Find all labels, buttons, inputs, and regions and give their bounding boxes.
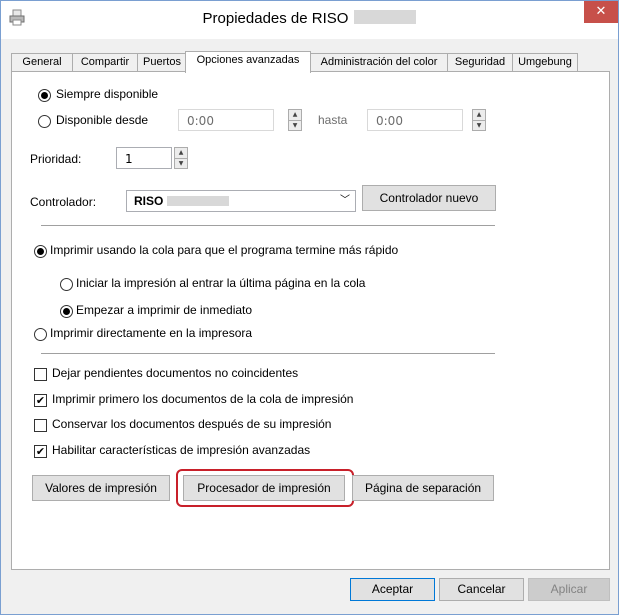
print-direct-radio[interactable]: [34, 328, 47, 341]
advanced-options-panel: Siempre disponible Disponible desde 0:00…: [11, 71, 610, 570]
tab-sharing[interactable]: Compartir: [72, 53, 138, 71]
start-immediately-radio[interactable]: [60, 305, 73, 318]
redacted-name: [354, 10, 417, 24]
close-button[interactable]: ✕: [584, 1, 618, 23]
always-available-label: Siempre disponible: [56, 87, 159, 101]
window-title-text: Propiedades de RISO: [202, 10, 349, 27]
keep-printed-checkbox[interactable]: [34, 419, 47, 432]
start-after-last-page-label: Iniciar la impresión al entrar la última…: [76, 276, 366, 290]
until-time-spinner[interactable]: ▲ ▼: [472, 109, 486, 131]
printing-defaults-button[interactable]: Valores de impresión: [32, 475, 170, 501]
hold-mismatched-label: Dejar pendientes documentos no coinciden…: [52, 366, 299, 380]
start-immediately-label: Empezar a imprimir de inmediato: [76, 303, 253, 317]
print-spooled-first-checkbox[interactable]: ✔: [34, 394, 47, 407]
chevron-down-icon: ﹀: [340, 195, 350, 206]
title-bar: Propiedades de RISO ✕: [1, 1, 618, 39]
priority-field[interactable]: 1: [116, 147, 172, 169]
separator-2: [41, 353, 495, 354]
available-from-label: Disponible desde: [56, 113, 149, 127]
priority-spinner[interactable]: ▲ ▼: [174, 147, 188, 169]
redacted-driver-name: [167, 196, 230, 206]
separator-1: [41, 225, 495, 226]
use-spool-radio[interactable]: [34, 245, 47, 258]
always-available-radio[interactable]: [38, 89, 51, 102]
new-driver-button[interactable]: Controlador nuevo: [362, 185, 496, 211]
advanced-features-label: Habilitar características de impresión a…: [52, 443, 311, 457]
from-time-spinner[interactable]: ▲ ▼: [288, 109, 302, 131]
from-time-field[interactable]: 0:00: [178, 109, 274, 131]
keep-printed-label: Conservar los documentos después de su i…: [52, 417, 332, 431]
driver-label: Controlador:: [30, 195, 97, 209]
until-time-field[interactable]: 0:00: [367, 109, 463, 131]
priority-label: Prioridad:: [30, 152, 82, 166]
print-direct-label: Imprimir directamente en la impresora: [50, 326, 253, 340]
tab-general[interactable]: General: [11, 53, 73, 71]
print-spooled-first-label: Imprimir primero los documentos de la co…: [52, 392, 354, 406]
available-from-radio[interactable]: [38, 115, 51, 128]
window-title: Propiedades de RISO: [1, 10, 618, 27]
ok-button[interactable]: Aceptar: [350, 578, 435, 601]
print-processor-button[interactable]: Procesador de impresión: [183, 475, 345, 501]
tab-advanced-options[interactable]: Opciones avanzadas: [185, 51, 311, 73]
separator-page-button[interactable]: Página de separación: [352, 475, 494, 501]
apply-button[interactable]: Aplicar: [528, 578, 610, 601]
hold-mismatched-checkbox[interactable]: [34, 368, 47, 381]
cancel-button[interactable]: Cancelar: [439, 578, 524, 601]
driver-value: RISO: [134, 194, 164, 208]
use-spool-label: Imprimir usando la cola para que el prog…: [50, 243, 399, 257]
start-after-last-page-radio[interactable]: [60, 278, 73, 291]
advanced-features-checkbox[interactable]: ✔: [34, 445, 47, 458]
tab-security[interactable]: Seguridad: [447, 53, 513, 71]
driver-select[interactable]: RISO ﹀: [126, 190, 356, 212]
properties-dialog: Propiedades de RISO ✕ General Compartir …: [0, 0, 619, 615]
tab-color-management[interactable]: Administración del color: [310, 53, 448, 71]
tab-ports[interactable]: Puertos: [137, 53, 187, 71]
until-label: hasta: [318, 113, 348, 127]
tab-environment[interactable]: Umgebung: [512, 53, 578, 71]
